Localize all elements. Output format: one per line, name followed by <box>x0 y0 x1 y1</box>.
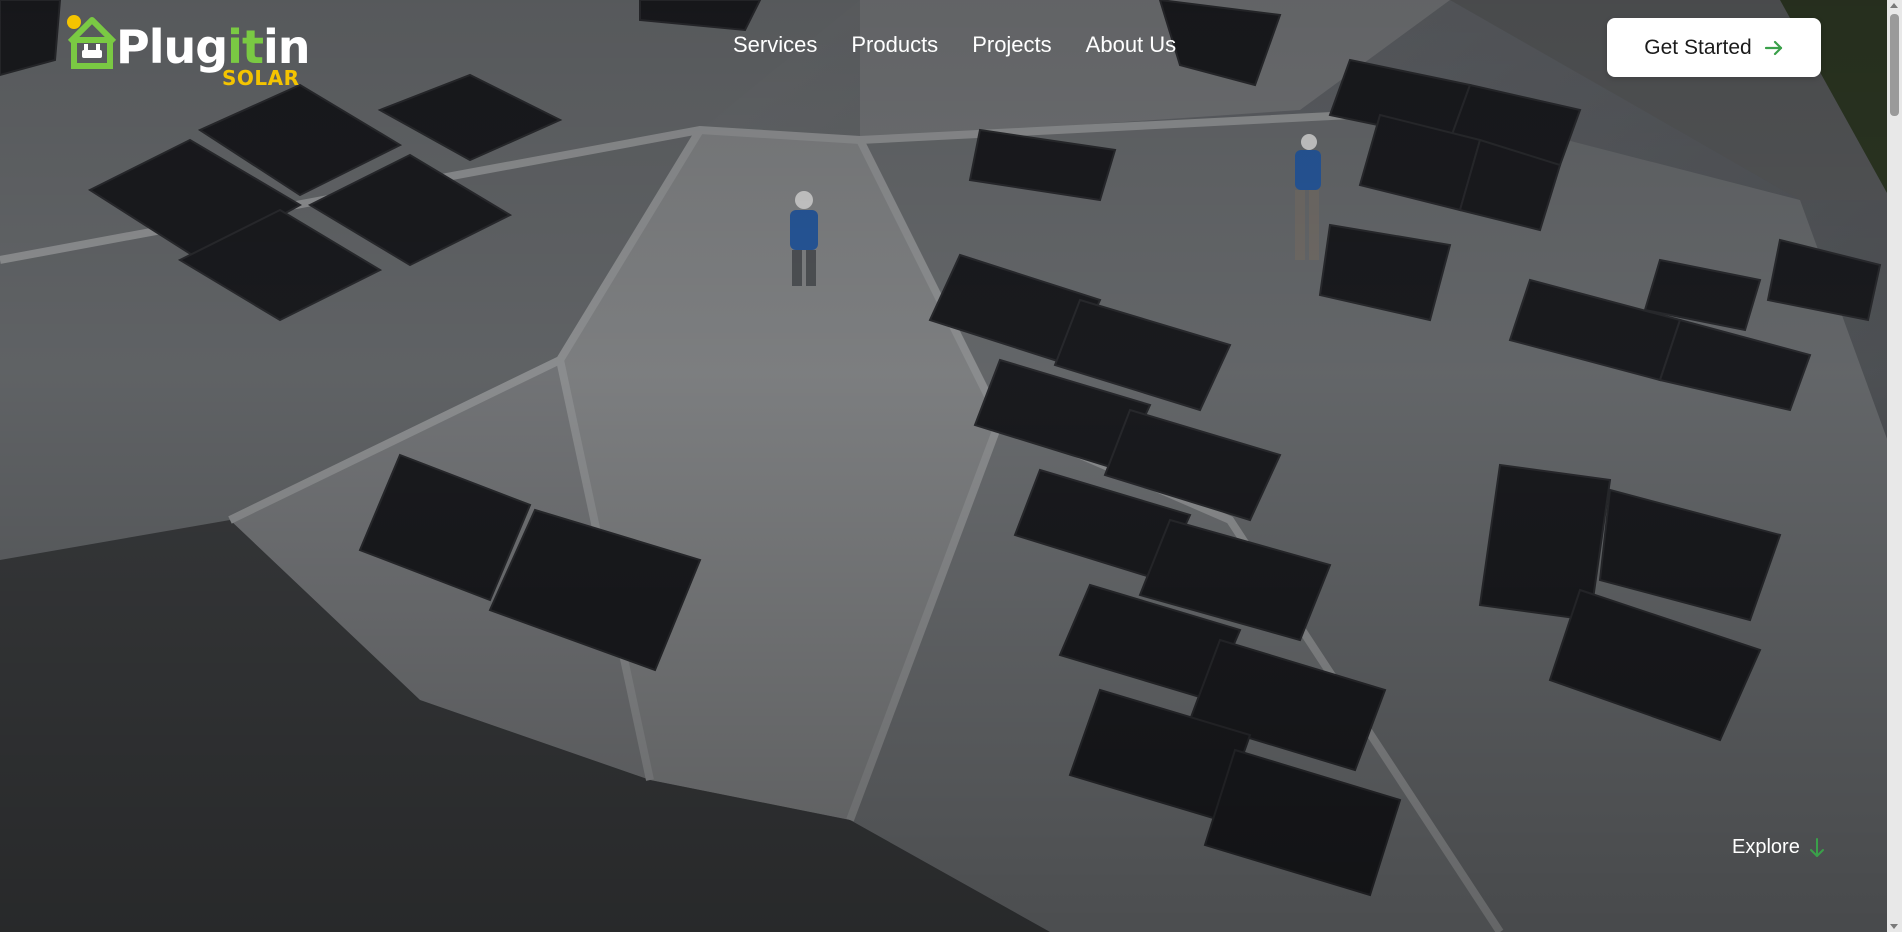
scrollbar-thumb[interactable] <box>1890 14 1899 116</box>
explore-label: Explore <box>1732 836 1800 858</box>
logo-subtitle: SOLAR <box>222 66 300 90</box>
nav-item-services[interactable]: Services <box>733 32 817 58</box>
logo-text-prefix: Plug <box>116 20 228 74</box>
arrow-right-icon <box>1764 40 1782 55</box>
get-started-label: Get Started <box>1644 35 1752 59</box>
plug-house-icon <box>67 15 117 69</box>
scroll-up-icon[interactable] <box>1890 3 1898 8</box>
nav-item-projects[interactable]: Projects <box>972 32 1051 58</box>
scroll-down-icon[interactable] <box>1890 924 1898 929</box>
nav-item-about-us[interactable]: About Us <box>1086 32 1177 58</box>
arrow-down-icon <box>1809 837 1824 857</box>
nav-item-products[interactable]: Products <box>851 32 938 58</box>
main-navigation: Services Products Projects About Us <box>733 32 1176 58</box>
explore-link[interactable]: Explore <box>1732 836 1826 859</box>
hero-dark-overlay <box>0 0 1902 932</box>
plugitin-solar-logo[interactable]: Plugitin SOLAR <box>66 12 310 90</box>
get-started-button[interactable]: Get Started <box>1607 18 1821 77</box>
page-scrollbar[interactable] <box>1887 0 1902 932</box>
